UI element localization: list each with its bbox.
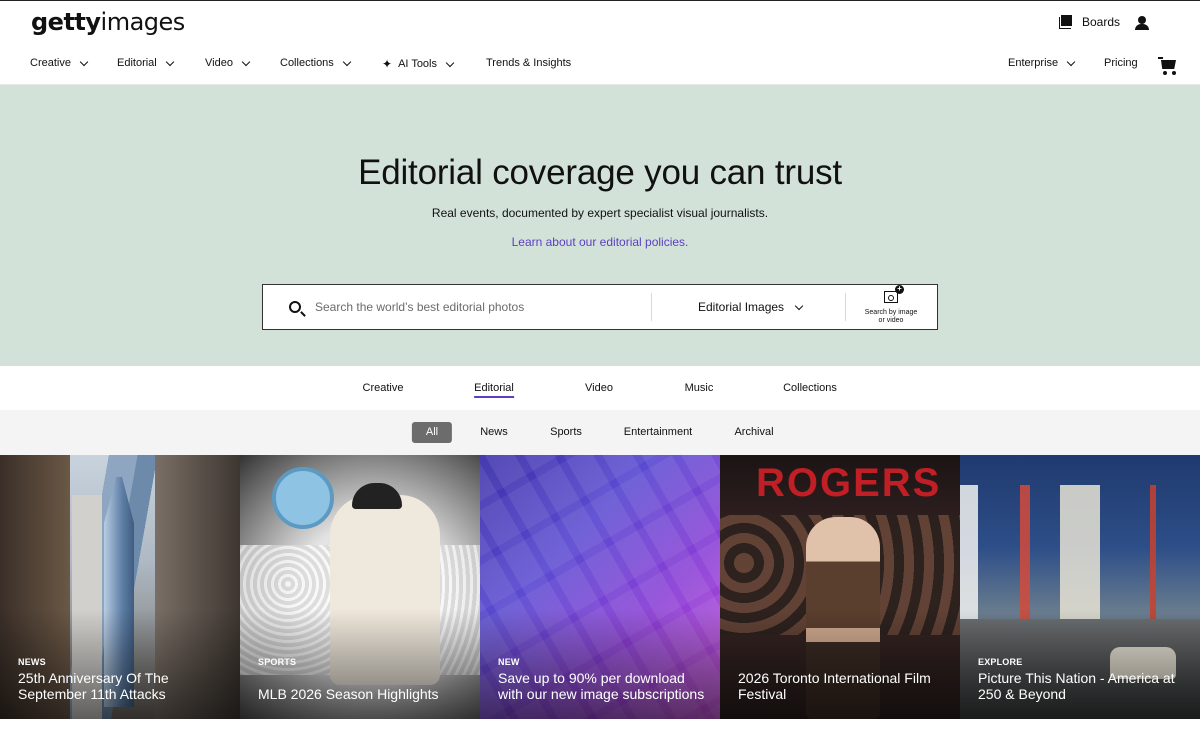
page-bottom-space bbox=[0, 719, 1200, 750]
chevron-down-icon bbox=[445, 58, 455, 67]
search-divider bbox=[651, 293, 652, 321]
card-image-sign-text: ROGERS bbox=[756, 461, 942, 505]
chevron-down-icon bbox=[241, 57, 251, 66]
search-divider bbox=[845, 293, 846, 321]
content-type-tabs: Creative Editorial Video Music Collectio… bbox=[0, 366, 1200, 410]
chevron-down-icon bbox=[165, 57, 174, 66]
account-icon[interactable] bbox=[1135, 16, 1149, 30]
card-subscription-promo[interactable]: NEW Save up to 90% per download with our… bbox=[480, 455, 720, 719]
main-nav: Creative Editorial Video Collections ✦ A… bbox=[0, 57, 1200, 77]
nav-ai-tools-label: AI Tools bbox=[398, 58, 437, 70]
featured-cards: NEWS 25th Anniversary Of The September 1… bbox=[0, 455, 1200, 719]
nav-editorial-label: Editorial bbox=[117, 57, 157, 69]
chevron-down-icon bbox=[342, 57, 352, 66]
nav-video-label: Video bbox=[205, 57, 233, 69]
card-film-festival[interactable]: ROGERS 2026 Toronto International Film F… bbox=[720, 455, 960, 719]
search-by-image-button[interactable]: Search by image or video bbox=[859, 285, 923, 325]
tab-creative[interactable]: Creative bbox=[363, 382, 404, 394]
card-title: Save up to 90% per download with our new… bbox=[498, 670, 705, 702]
nav-creative[interactable]: Creative bbox=[30, 57, 89, 69]
filter-all[interactable]: All bbox=[411, 422, 453, 443]
nav-trends-insights[interactable]: Trends & Insights bbox=[486, 57, 571, 69]
search-input[interactable] bbox=[315, 295, 645, 319]
getty-images-logo[interactable]: gettyimages bbox=[31, 8, 185, 36]
card-title: Picture This Nation - America at 250 & B… bbox=[978, 670, 1175, 702]
card-tag: NEW bbox=[498, 657, 520, 667]
image-search-icon bbox=[884, 285, 904, 303]
nav-enterprise-label: Enterprise bbox=[1008, 57, 1059, 69]
hero-section: Editorial coverage you can trust Real ev… bbox=[0, 85, 1200, 366]
search-by-image-label: Search by image bbox=[864, 309, 918, 316]
filter-entertainment[interactable]: Entertainment bbox=[610, 422, 706, 443]
sparkle-icon: ✦ bbox=[382, 57, 393, 71]
nav-trends-label: Trends & Insights bbox=[486, 57, 572, 69]
card-news[interactable]: NEWS 25th Anniversary Of The September 1… bbox=[0, 455, 240, 719]
card-tag: SPORTS bbox=[258, 657, 297, 667]
boards-icon bbox=[1058, 15, 1073, 29]
search-type-label: Editorial Images bbox=[698, 300, 785, 314]
card-title: MLB 2026 Season Highlights bbox=[258, 686, 439, 702]
nav-pricing-label: Pricing bbox=[1104, 57, 1138, 69]
nav-video[interactable]: Video bbox=[205, 57, 251, 69]
hero-subtitle: Real events, documented by expert specia… bbox=[431, 206, 769, 220]
site-header: gettyimages Boards Creative Editorial Vi… bbox=[0, 0, 1200, 85]
nav-enterprise[interactable]: Enterprise bbox=[1008, 57, 1076, 69]
boards-button[interactable]: Boards bbox=[1058, 15, 1120, 29]
nav-collections[interactable]: Collections bbox=[280, 57, 352, 69]
card-sports[interactable]: SPORTS MLB 2026 Season Highlights bbox=[240, 455, 480, 719]
nav-creative-label: Creative bbox=[30, 57, 71, 69]
search-icon[interactable] bbox=[289, 301, 301, 313]
card-tag: NEWS bbox=[18, 657, 46, 667]
tab-video[interactable]: Video bbox=[585, 382, 613, 394]
filter-sports[interactable]: Sports bbox=[536, 422, 596, 443]
boards-label: Boards bbox=[1081, 15, 1120, 29]
chevron-down-icon bbox=[1066, 57, 1076, 66]
card-tag: EXPLORE bbox=[978, 657, 1023, 667]
tab-collections[interactable]: Collections bbox=[783, 382, 837, 394]
search-bar: Editorial Images Search by image or vide… bbox=[262, 284, 938, 330]
nav-collections-label: Collections bbox=[280, 57, 334, 69]
tab-music[interactable]: Music bbox=[685, 382, 714, 394]
editorial-policies-link[interactable]: Learn about our editorial policies. bbox=[512, 235, 689, 249]
tab-editorial[interactable]: Editorial bbox=[474, 382, 514, 398]
card-title: 2026 Toronto International Film Festival bbox=[738, 670, 931, 702]
nav-ai-tools[interactable]: ✦ AI Tools bbox=[382, 57, 455, 71]
search-by-image-label-2: or video bbox=[878, 317, 904, 324]
card-title: 25th Anniversary Of The September 11th A… bbox=[18, 670, 169, 702]
hero-link-wrapper: Learn about our editorial policies. bbox=[0, 235, 1200, 249]
cart-icon[interactable] bbox=[1158, 57, 1178, 75]
chevron-down-icon bbox=[79, 57, 89, 66]
card-explore[interactable]: EXPLORE Picture This Nation - America at… bbox=[960, 455, 1200, 719]
filter-news[interactable]: News bbox=[466, 422, 522, 443]
nav-editorial[interactable]: Editorial bbox=[117, 57, 174, 69]
category-filters: All News Sports Entertainment Archival bbox=[0, 410, 1200, 455]
search-type-dropdown[interactable]: Editorial Images bbox=[698, 300, 804, 314]
filter-archival[interactable]: Archival bbox=[720, 422, 787, 443]
hero-title: Editorial coverage you can trust bbox=[358, 153, 842, 192]
chevron-down-icon bbox=[794, 301, 804, 310]
nav-pricing[interactable]: Pricing bbox=[1104, 57, 1138, 69]
